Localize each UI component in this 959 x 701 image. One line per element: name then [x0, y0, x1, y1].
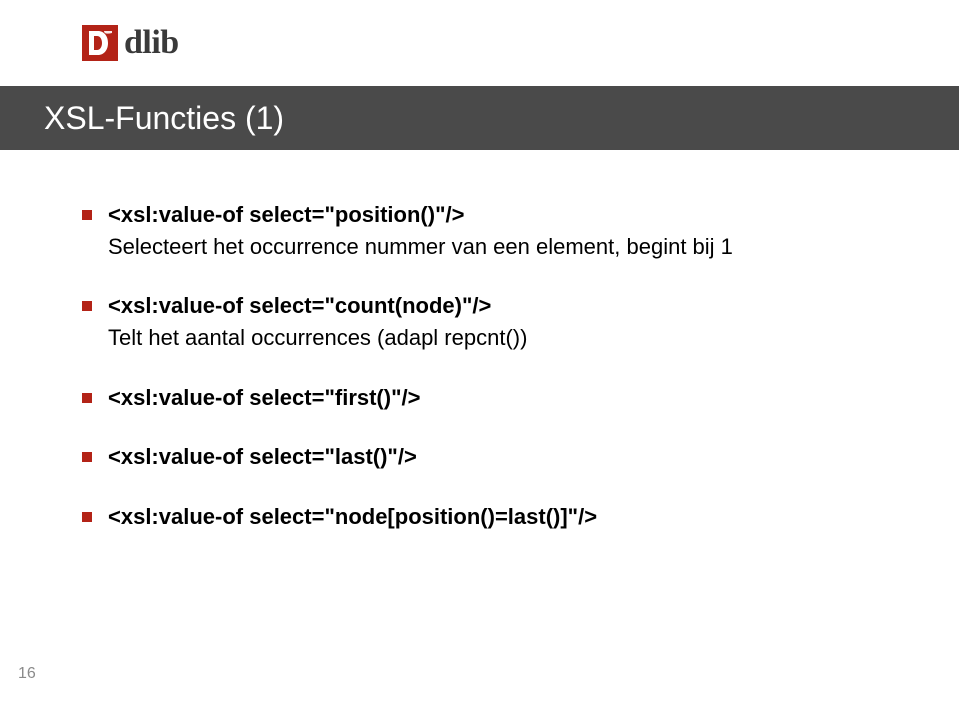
bullet-description: Telt het aantal occurrences (adapl repcn… [108, 323, 899, 353]
brand-logo-text: dlib [124, 24, 179, 62]
bullet-code: <xsl:value-of select="node[position()=la… [108, 502, 597, 532]
bullet-item: <xsl:value-of select="first()"/> [82, 383, 899, 413]
page-number: 16 [18, 665, 36, 683]
bullet-code: <xsl:value-of select="position()"/> [108, 200, 464, 230]
slide: dlib XSL-Functies (1) <xsl:value-of sele… [0, 0, 959, 701]
bullet-marker-icon [82, 512, 92, 522]
bullet-marker-icon [82, 393, 92, 403]
bullet-item: <xsl:value-of select="position()"/> Sele… [82, 200, 899, 261]
bullet-marker-icon [82, 452, 92, 462]
slide-content: <xsl:value-of select="position()"/> Sele… [82, 200, 899, 562]
bullet-item: <xsl:value-of select="count(node)"/> Tel… [82, 291, 899, 352]
bullet-item: <xsl:value-of select="node[position()=la… [82, 502, 899, 532]
title-bar: XSL-Functies (1) [0, 86, 959, 150]
bullet-code: <xsl:value-of select="last()"/> [108, 442, 417, 472]
bullet-marker-icon [82, 301, 92, 311]
brand-logo-icon [82, 25, 118, 61]
brand-logo: dlib [82, 24, 179, 62]
bullet-code: <xsl:value-of select="first()"/> [108, 383, 420, 413]
slide-title: XSL-Functies (1) [44, 100, 284, 137]
bullet-item: <xsl:value-of select="last()"/> [82, 442, 899, 472]
bullet-description: Selecteert het occurrence nummer van een… [108, 232, 899, 262]
bullet-marker-icon [82, 210, 92, 220]
bullet-code: <xsl:value-of select="count(node)"/> [108, 291, 491, 321]
